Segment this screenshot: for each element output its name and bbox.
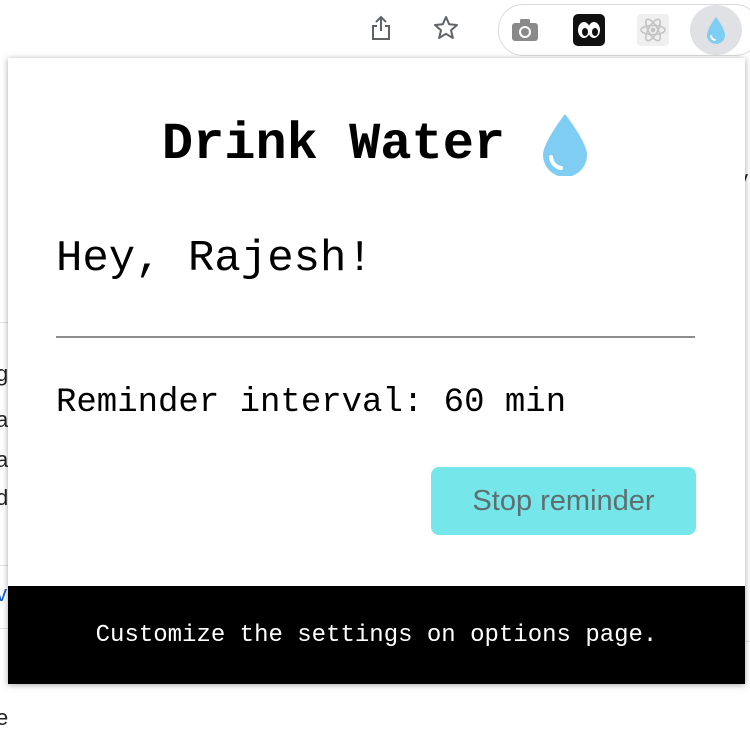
page-link-fragment[interactable]: v [0, 581, 7, 607]
eyes-extension-icon[interactable] [570, 11, 608, 49]
reminder-interval: Reminder interval: 60 min [56, 384, 566, 422]
greeting-text: Hey, Rajesh! [56, 234, 373, 284]
extensions-group [498, 4, 750, 56]
page-fragment: g [0, 361, 9, 386]
footer-text[interactable]: Customize the settings on options page. [96, 622, 658, 649]
page-fragment: a [0, 407, 9, 432]
options-footer: Customize the settings on options page. [8, 586, 745, 684]
bookmark-star-icon[interactable] [428, 10, 464, 46]
page-fragment: e [0, 705, 9, 730]
water-drop-extension-icon[interactable] [690, 5, 742, 55]
interval-value: 60 [443, 384, 485, 422]
stop-reminder-button[interactable]: Stop reminder [431, 467, 696, 535]
share-icon[interactable] [363, 10, 399, 46]
react-devtools-extension-icon[interactable] [634, 11, 672, 49]
page-fragment: d [0, 485, 9, 510]
browser-toolbar [0, 0, 750, 58]
interval-unit: min [504, 384, 567, 422]
popup-header: Drink Water [8, 112, 745, 176]
interval-label: Reminder interval: [56, 384, 424, 422]
camera-extension-icon[interactable] [506, 11, 544, 49]
water-drop-icon [543, 114, 588, 176]
divider [56, 336, 695, 338]
popup-title: Drink Water [161, 114, 506, 174]
extension-popup: Drink Water Hey, Rajesh! Reminder interv… [8, 58, 745, 684]
browser-window: g a ai d v e y [0, 0, 750, 730]
